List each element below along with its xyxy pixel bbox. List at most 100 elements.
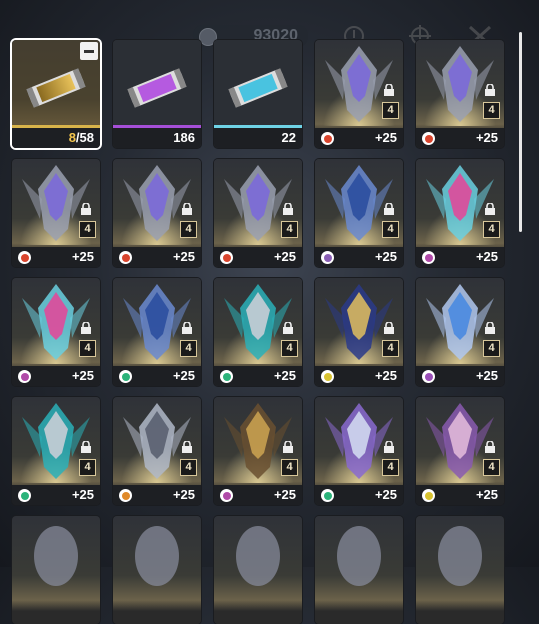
character-card[interactable]: 4 +25: [12, 278, 100, 386]
level-badge: 4: [382, 221, 399, 238]
character-card[interactable]: 4 +25: [315, 40, 403, 148]
level-badge: 4: [483, 221, 500, 238]
remove-button[interactable]: [80, 42, 98, 60]
character-card[interactable]: 4 +25: [113, 278, 201, 386]
fire-icon: [18, 251, 31, 264]
red-visor-robot-art: [337, 526, 381, 586]
level-badge: 4: [281, 340, 298, 357]
fire-icon: [119, 251, 132, 264]
character-card[interactable]: 4 +25: [12, 397, 100, 505]
character-card-partial[interactable]: [12, 516, 100, 624]
bonus-value: +25: [475, 368, 498, 383]
character-card[interactable]: 4 +25: [214, 278, 302, 386]
character-card[interactable]: 4 +25: [416, 40, 504, 148]
level-badge: 4: [180, 459, 197, 476]
fire-icon: [321, 132, 334, 145]
bonus-value: +25: [273, 368, 296, 383]
character-card[interactable]: 4 +25: [416, 159, 504, 267]
level-badge: 4: [281, 221, 298, 238]
lock-icon: [283, 322, 293, 334]
cyan-crystal-art: [438, 526, 482, 586]
lock-icon: [485, 84, 495, 96]
face-icon: [422, 251, 435, 264]
lock-icon: [81, 322, 91, 334]
lock-icon: [485, 322, 495, 334]
character-card[interactable]: 4 +25: [416, 278, 504, 386]
purple-capsule-icon: [113, 40, 201, 128]
bonus-value: +25: [374, 368, 397, 383]
bonus-value: +25: [273, 487, 296, 502]
level-badge: 4: [483, 102, 500, 119]
witch-hat-figure-art: [135, 526, 179, 586]
inventory-grid: 8/58 186 22 4 +25 4 +25 4 +25 4 +25 4 +2…: [12, 40, 504, 624]
material-count: 186: [173, 130, 195, 145]
character-card[interactable]: 4 +25: [12, 159, 100, 267]
character-card-partial[interactable]: [315, 516, 403, 624]
lock-icon: [283, 441, 293, 453]
bonus-value: +25: [374, 487, 397, 502]
bonus-value: +25: [172, 249, 195, 264]
lock-icon: [384, 322, 394, 334]
battery-icon: [422, 370, 435, 383]
fire-icon: [422, 132, 435, 145]
lock-icon: [485, 441, 495, 453]
lock-icon: [384, 441, 394, 453]
character-card[interactable]: 4 +25: [113, 159, 201, 267]
bonus-value: +25: [374, 130, 397, 145]
scissors-icon: [321, 251, 334, 264]
white-hooded-figure-art: [34, 526, 78, 586]
bonus-value: +25: [475, 130, 498, 145]
material-tile-gold[interactable]: 8/58: [12, 40, 100, 148]
level-badge: 4: [281, 459, 298, 476]
level-badge: 4: [180, 221, 197, 238]
bonus-value: +25: [71, 368, 94, 383]
lock-icon: [81, 441, 91, 453]
count-total: /58: [75, 130, 94, 145]
character-card[interactable]: 4 +25: [113, 397, 201, 505]
level-badge: 4: [382, 340, 399, 357]
character-card-partial[interactable]: [113, 516, 201, 624]
lock-icon: [81, 203, 91, 215]
leaf-icon: [220, 370, 233, 383]
furry-beast-art: [236, 526, 280, 586]
material-count: 22: [281, 130, 296, 145]
character-card[interactable]: 4 +25: [416, 397, 504, 505]
bonus-value: +25: [172, 368, 195, 383]
character-card[interactable]: 4 +25: [315, 397, 403, 505]
bonus-value: +25: [475, 487, 498, 502]
bonus-value: +25: [475, 249, 498, 264]
character-card[interactable]: 4 +25: [214, 397, 302, 505]
character-card[interactable]: 4 +25: [315, 278, 403, 386]
level-badge: 4: [79, 340, 96, 357]
bonus-value: +25: [172, 487, 195, 502]
leaf-icon: [119, 370, 132, 383]
lock-icon: [182, 441, 192, 453]
face-icon: [220, 489, 233, 502]
lock-icon: [384, 84, 394, 96]
character-card-partial[interactable]: [416, 516, 504, 624]
top-bar: 93020: [0, 0, 539, 47]
lock-icon: [182, 322, 192, 334]
level-badge: 4: [79, 221, 96, 238]
character-card[interactable]: 4 +25: [214, 159, 302, 267]
arrow-icon: [321, 489, 334, 502]
lock-icon: [283, 203, 293, 215]
level-badge: 4: [382, 102, 399, 119]
character-card-partial[interactable]: [214, 516, 302, 624]
material-tile-blue[interactable]: 22: [214, 40, 302, 148]
character-card[interactable]: 4 +25: [315, 159, 403, 267]
level-badge: 4: [79, 459, 96, 476]
leaf-icon: [18, 489, 31, 502]
ring-icon: [119, 489, 132, 502]
material-tile-purple[interactable]: 186: [113, 40, 201, 148]
scrollbar[interactable]: [519, 32, 522, 232]
shield-icon: [321, 370, 334, 383]
material-count: 8/58: [69, 130, 94, 145]
face-icon: [18, 370, 31, 383]
level-badge: 4: [180, 340, 197, 357]
level-badge: 4: [483, 459, 500, 476]
count-current: 8: [68, 130, 76, 145]
lock-icon: [182, 203, 192, 215]
blue-capsule-icon: [214, 40, 302, 128]
level-badge: 4: [483, 340, 500, 357]
